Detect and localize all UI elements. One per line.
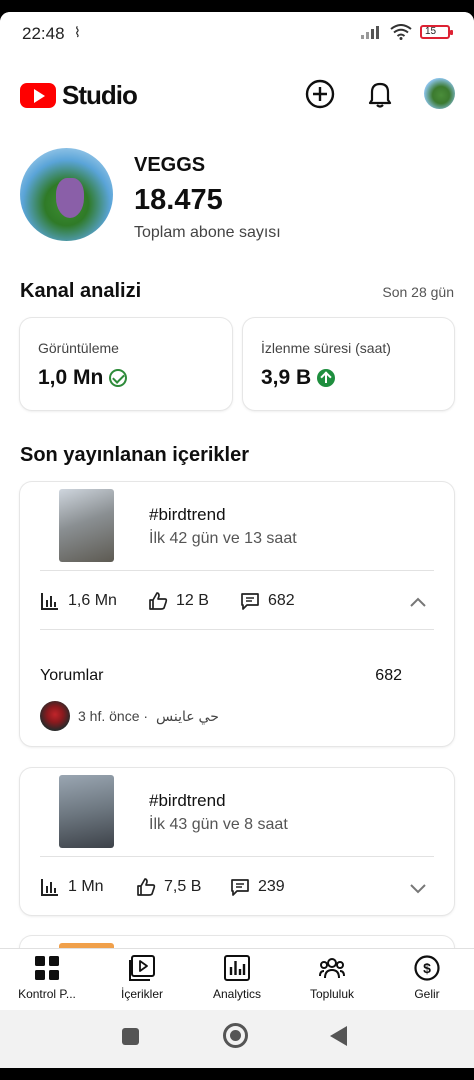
views-number: 1,0 Mn	[38, 366, 104, 389]
channel-name: VEGGS	[134, 154, 206, 176]
thumbs-up-icon	[149, 592, 168, 610]
signal-icon	[361, 26, 379, 39]
views-stat-value-2: 1 Mn	[68, 878, 104, 895]
bell-icon[interactable]	[364, 78, 396, 110]
nav-content-label: İçerikler	[120, 987, 163, 1001]
latest-comment[interactable]: 3 hf. önce · حي عاينس	[40, 701, 219, 731]
watch-time-number: 3,9 B	[261, 366, 312, 389]
status-time: 22:48	[22, 24, 65, 43]
create-plus-icon[interactable]	[304, 78, 336, 110]
views-stat-1: 1,6 Mn	[40, 591, 117, 611]
video-subtitle-1: İlk 42 gün ve 13 saat	[149, 530, 297, 547]
dashboard-icon	[35, 956, 59, 980]
youtube-studio-logo[interactable]: Studio	[20, 80, 138, 111]
comments-row-label[interactable]: Yorumlar	[40, 667, 103, 685]
analytics-period: Son 28 gün	[382, 284, 454, 300]
comments-stat-value-2: 239	[258, 878, 285, 895]
views-label: Görüntüleme	[38, 340, 119, 356]
video-card-1[interactable]: #birdtrend İlk 42 gün ve 13 saat 1,6 Mn …	[20, 482, 454, 746]
thumbs-up-icon	[137, 878, 156, 896]
youtube-play-icon	[20, 83, 56, 108]
likes-stat-value-2: 7,5 B	[164, 878, 202, 895]
svg-text:$: $	[423, 960, 431, 976]
comments-row-count: 682	[375, 667, 402, 684]
video-card-2[interactable]: #birdtrend İlk 43 gün ve 8 saat 1 Mn 7,5…	[20, 768, 454, 915]
screen: 22:48 ⌇ 15 Studio VEGGS 18.475 Toplam ab…	[0, 12, 474, 1068]
recent-content-title: Son yayınlanan içerikler	[20, 444, 249, 466]
nav-dashboard-label: Kontrol P...	[18, 987, 76, 1001]
video-card-3[interactable]	[20, 936, 454, 948]
app-bar: Studio	[0, 54, 474, 126]
arrow-up-icon	[317, 369, 336, 387]
views-value: 1,0 Mn	[38, 366, 128, 390]
comment-icon	[241, 593, 259, 610]
nav-earn-label: Gelir	[414, 987, 440, 1001]
divider	[40, 856, 434, 857]
divider	[40, 629, 434, 630]
chevron-up-icon[interactable]	[408, 592, 428, 612]
comments-stat-value-1: 682	[268, 592, 295, 609]
video-title-2[interactable]: #birdtrend	[149, 791, 226, 811]
dollar-icon: $	[414, 955, 440, 981]
comment-author: حي عاينس	[156, 707, 219, 724]
status-extra-icon: ⌇	[74, 24, 81, 40]
likes-stat-2: 7,5 B	[136, 877, 201, 897]
comment-icon	[231, 879, 249, 896]
status-bar: 22:48 ⌇ 15	[0, 12, 474, 54]
bar-chart-icon	[41, 593, 58, 610]
back-button[interactable]	[330, 1026, 347, 1046]
check-circle-icon	[109, 369, 128, 387]
video-thumbnail-1[interactable]	[59, 489, 114, 562]
content-play-icon	[129, 955, 155, 981]
wifi-icon	[390, 24, 412, 40]
nav-community[interactable]: Topluluk	[285, 955, 379, 1001]
nav-content[interactable]: İçerikler	[95, 955, 189, 1001]
watch-time-card[interactable]: İzlenme süresi (saat) 3,9 B	[243, 318, 454, 410]
video-title-1[interactable]: #birdtrend	[149, 505, 226, 525]
analytics-icon	[224, 955, 250, 981]
comments-stat-2: 239	[230, 877, 285, 897]
watch-time-label: İzlenme süresi (saat)	[261, 340, 391, 356]
recents-button[interactable]	[122, 1028, 139, 1045]
channel-avatar	[20, 148, 113, 241]
nav-dashboard[interactable]: Kontrol P...	[0, 955, 94, 1001]
commenter-avatar	[40, 701, 70, 731]
video-subtitle-2: İlk 43 gün ve 8 saat	[149, 816, 288, 833]
comments-stat-1: 682	[240, 591, 295, 611]
subscriber-label: Toplam abone sayısı	[134, 224, 281, 241]
views-stat-2: 1 Mn	[40, 877, 104, 897]
home-button[interactable]	[223, 1023, 248, 1048]
likes-stat-value-1: 12 B	[176, 592, 209, 609]
chevron-down-icon[interactable]	[408, 878, 428, 898]
logo-text: Studio	[62, 80, 138, 110]
views-card[interactable]: Görüntüleme 1,0 Mn	[20, 318, 232, 410]
watch-time-value: 3,9 B	[261, 366, 336, 390]
status-right: 15	[360, 24, 453, 40]
bottom-navigation: Kontrol P... İçerikler Analytics Toplulu…	[0, 948, 474, 1010]
bar-chart-icon	[41, 879, 58, 896]
nav-community-label: Topluluk	[309, 987, 355, 1001]
divider	[40, 570, 434, 571]
community-icon	[319, 958, 345, 979]
channel-analytics-title: Kanal analizi	[20, 280, 142, 302]
nav-earn[interactable]: $ Gelir	[380, 955, 474, 1001]
battery-level: 15	[425, 26, 437, 37]
nav-analytics-label: Analytics	[212, 987, 262, 1001]
subscriber-count: 18.475	[134, 184, 223, 216]
main-content: VEGGS 18.475 Toplam abone sayısı Kanal a…	[0, 126, 474, 948]
likes-stat-1: 12 B	[148, 591, 209, 611]
account-avatar[interactable]	[424, 78, 455, 109]
video-thumbnail-2[interactable]	[59, 775, 114, 848]
nav-analytics[interactable]: Analytics	[190, 955, 284, 1001]
battery-icon: 15	[420, 25, 453, 39]
system-navigation	[0, 1010, 474, 1068]
comment-time: 3 hf. önce ·	[78, 708, 149, 724]
views-stat-value-1: 1,6 Mn	[68, 592, 117, 609]
